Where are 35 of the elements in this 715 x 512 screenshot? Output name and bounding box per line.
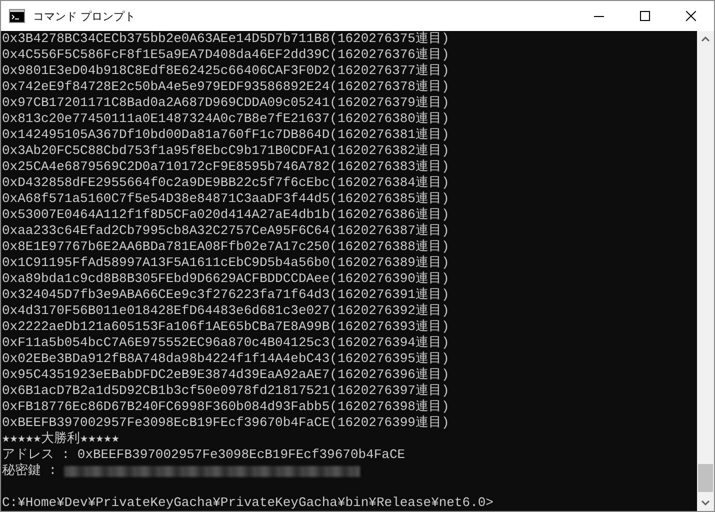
output-line: 0x9801E3eD04b918C8Edf8E62425c66406CAF3F0D2(1620276377連目) [2, 63, 450, 79]
output-line: 0x324045D7fb3e9ABA66CEe9c3f276223fa71f64d3(1620276391連目) [2, 287, 450, 303]
output-line: 0xa89bda1c9cd8B8B305FEbd9D6629ACFBDDCCDAee(1620276390連目) [2, 271, 450, 287]
maximize-icon [640, 11, 650, 21]
result-heading: ★★★★★大勝利★★★★★ [2, 431, 120, 447]
output-line: 0x8E1E97767b6E2AA6BDa781EA08Ffb02e7A17c250(1620276388連目) [2, 239, 450, 255]
output-line: 0x6B1acD7B2a1d5D92CB1b3cf50e0978fd21817521(1620276397連目) [2, 383, 450, 399]
output-line: 0xaa233c64Efad2Cb7995cb8A32C2757CeA95F6C64(1620276387連目) [2, 223, 450, 239]
output-line: 0xF11a5b054bcC7A6E975552EC96a870c4B04125c3(1620276394連目) [2, 335, 450, 351]
scrollbar[interactable] [697, 31, 714, 511]
output-line: 0x1C91195FfAd58997A13F5A1611cEbC9D5b4a56b0(1620276389連目) [2, 255, 450, 271]
output-line: 0x2222aeDb121a605153Fa106f1AE65bCBa7E8A99B(1620276393連目) [2, 319, 450, 335]
command-prompt: C:¥Home¥Dev¥PrivateKeyGacha¥PrivateKeyGacha¥bin¥Release¥net6.0> [2, 495, 494, 511]
output-line: 0x4C556F5C586FcF8f1E5a9EA7D408da46EF2dd39C(1620276376連目) [2, 47, 450, 63]
output-line: 0xFB18776Ec86D67B240FC6998F360b084d93Fabb5(1620276398連目) [2, 399, 450, 415]
output-line: 0x813c20e77450111a0E1487324A0c7B8e7fE21637(1620276380連目) [2, 111, 450, 127]
output-line: 0x53007E0464A112f1f8D5CFa020d414A27aE4db1b(1620276386連目) [2, 207, 450, 223]
output-line: 0x97CB17201171C8Bad0a2A687D969CDDA09c05241(1620276379連目) [2, 95, 450, 111]
output-line: 0x3B4278BC34CECb375bb2e0A63AEe14D5D7b711B8(1620276375連目) [2, 31, 450, 47]
output-line: 0x142495105A367Df10bd00Da81a760fF1c7DB864D(1620276381連目) [2, 127, 450, 143]
private-key-label: 秘密鍵 : [2, 463, 58, 479]
output-line: 0x95C4351923eEBabDFDC2eB9E3874d39EaA92aAE7(1620276396連目) [2, 367, 450, 383]
output-line: 0xD432858dFE2955664f0c2a9DE9BB22c5f7f6cEbc(1620276384連目) [2, 175, 450, 191]
output-line: 0xA68f571a5160C7f5e54D38e84871C3aaDF3f44d5(1620276385連目) [2, 191, 450, 207]
close-icon [686, 11, 696, 21]
window-title: コマンド プロンプト [33, 8, 136, 24]
output-line: 0x02EBe3BDa912fB8A748da98b4224f1f14A4ebC43(1620276395連目) [2, 351, 450, 367]
address-line: アドレス : 0xBEEFB397002957Fe3098EcB19FEcf39670b4FaCE [2, 447, 406, 463]
output-line: 0x25CA4e6879569C2D0a710172cF9E8595b746A782(1620276383連目) [2, 159, 450, 175]
output-line: 0xBEEFB397002957Fe3098EcB19FEcf39670b4FaCE(1620276399連目) [2, 415, 450, 431]
output-line: 0x3Ab20FC5C88Cbd753f1a95f8EbcC9b171B0CDFA1(1620276382連目) [2, 143, 450, 159]
console-icon [9, 9, 25, 23]
scrollbar-thumb[interactable] [698, 464, 713, 492]
output-line: 0x742eE9f84728E2c50bA4e5e979EDF93586892E24(1620276378連目) [2, 79, 450, 95]
output-line: 0x4d3170F56B011e018428EfD64483e6d681c3e027(1620276392連目) [2, 303, 450, 319]
